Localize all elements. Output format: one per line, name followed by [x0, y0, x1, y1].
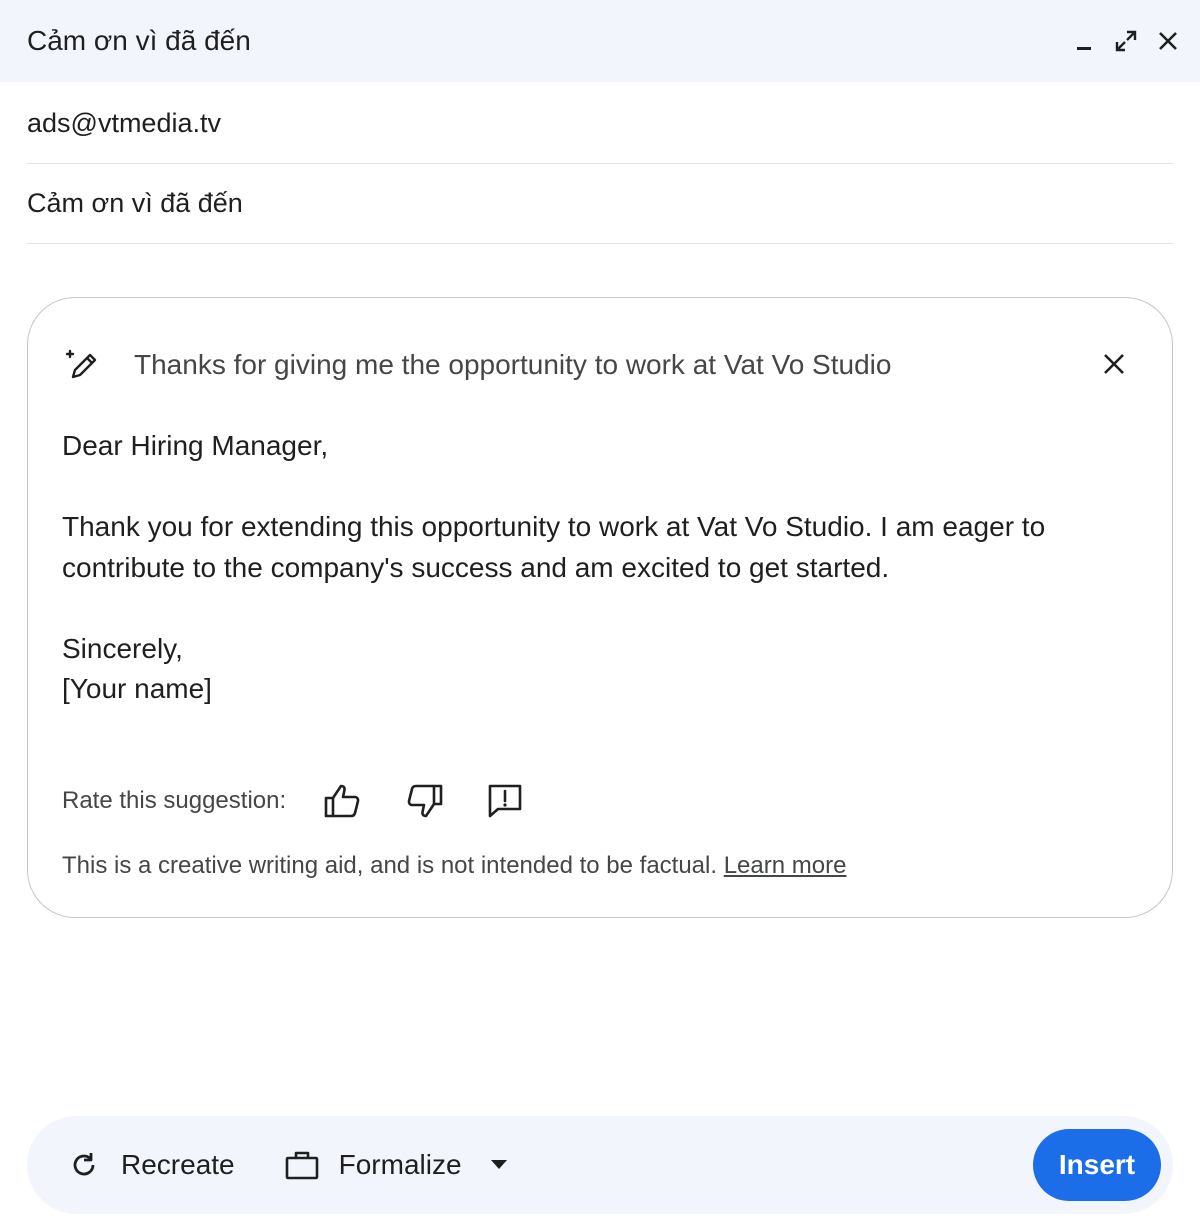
prompt-row: Thanks for giving me the opportunity to … — [62, 342, 1142, 388]
body-line-1: Thank you for extending this opportunity… — [62, 511, 1046, 542]
close-button[interactable] — [1154, 24, 1182, 58]
briefcase-icon — [285, 1148, 319, 1182]
body-paragraph: Thank you for extending this opportunity… — [62, 507, 1142, 588]
suggestion-body: Dear Hiring Manager, Thank you for exten… — [62, 426, 1142, 710]
disclaimer-text: This is a creative writing aid, and is n… — [62, 852, 718, 879]
sign-off: Sincerely, [Your name] — [62, 629, 1142, 710]
suggestion-toolbar: Recreate Formalize Insert — [27, 1116, 1173, 1214]
minimize-button[interactable] — [1070, 24, 1098, 58]
rate-label: Rate this suggestion: — [62, 787, 287, 814]
subject-value: Cảm ơn vì đã đến — [27, 188, 243, 218]
window-controls — [1070, 24, 1182, 58]
subject-field[interactable]: Cảm ơn vì đã đến — [27, 164, 1173, 244]
insert-button[interactable]: Insert — [1033, 1129, 1161, 1201]
report-icon — [488, 784, 522, 818]
body-line-2: contribute to the company's success and … — [62, 551, 890, 583]
close-icon — [1104, 354, 1124, 374]
formalize-label: Formalize — [338, 1149, 462, 1180]
thumbs-up-icon — [324, 784, 360, 818]
recipient-value: ads@vtmedia.tv — [27, 108, 221, 138]
caret-down-icon — [490, 1160, 507, 1169]
thumbs-down-icon — [407, 784, 443, 818]
greeting-line: Dear Hiring Manager, — [62, 430, 329, 461]
report-button[interactable] — [482, 778, 528, 824]
signature-line: [Your name] — [62, 673, 212, 704]
disclaimer: This is a creative writing aid, and is n… — [62, 852, 846, 880]
formalize-button[interactable]: Formalize — [285, 1135, 462, 1195]
minimize-icon — [1077, 47, 1091, 50]
closing-line: Sincerely, — [62, 632, 183, 664]
learn-more-link[interactable]: Learn more — [724, 852, 847, 879]
close-icon — [1159, 32, 1177, 50]
window-title: Cảm ơn vì đã đến — [27, 25, 251, 56]
thumbs-up-button[interactable] — [320, 778, 366, 824]
recreate-button[interactable]: Recreate — [67, 1135, 235, 1195]
expand-icon — [1115, 30, 1137, 52]
close-suggestion-button[interactable] — [1096, 346, 1132, 382]
thumbs-down-button[interactable] — [401, 778, 447, 824]
to-field[interactable]: ads@vtmedia.tv — [27, 84, 1173, 164]
tone-dropdown-button[interactable] — [484, 1150, 514, 1180]
compose-header: Cảm ơn vì đã đến — [0, 0, 1200, 82]
help-me-write-card: Thanks for giving me the opportunity to … — [27, 297, 1173, 918]
magic-pen-icon — [62, 345, 102, 385]
recreate-label: Recreate — [121, 1149, 235, 1180]
expand-button[interactable] — [1112, 24, 1140, 58]
prompt-text: Thanks for giving me the opportunity to … — [134, 349, 892, 380]
rating-row: Rate this suggestion: — [62, 776, 563, 826]
refresh-icon — [67, 1148, 101, 1182]
